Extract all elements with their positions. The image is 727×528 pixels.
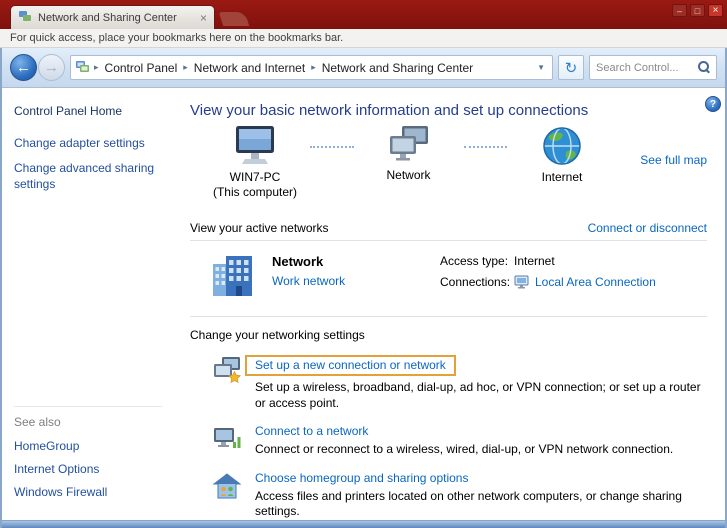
see-also-section: See also HomeGroup Internet Options Wind… xyxy=(14,406,162,508)
sidebar-change-adapter-settings[interactable]: Change adapter settings xyxy=(14,136,156,152)
breadcrumb-separator-icon: ▸ xyxy=(310,62,317,73)
active-networks-heading: View your active networks xyxy=(190,221,329,235)
map-internet-label: Internet xyxy=(507,170,617,185)
tab-favicon-icon xyxy=(18,9,32,26)
connections-label: Connections: xyxy=(440,275,514,289)
setup-new-connection-link[interactable]: Set up a new connection or network xyxy=(255,358,446,372)
explorer-window: ← → ▸ Control Panel ▸ Network and Intern… xyxy=(0,48,727,528)
browser-tab[interactable]: Network and Sharing Center × xyxy=(10,5,215,29)
map-node-internet[interactable]: Internet xyxy=(507,125,617,185)
tab-close-icon[interactable]: × xyxy=(200,12,207,24)
map-network-label: Network xyxy=(354,168,464,183)
connect-to-network-desc: Connect or reconnect to a wireless, wire… xyxy=(255,442,673,458)
search-icon[interactable] xyxy=(698,61,711,74)
map-computer-label: WIN7-PC xyxy=(200,170,310,185)
sidebar-internet-options[interactable]: Internet Options xyxy=(14,462,162,476)
network-icon xyxy=(387,125,431,165)
page-title: View your basic network information and … xyxy=(190,102,707,119)
network-places-icon xyxy=(75,60,90,76)
access-type-value: Internet xyxy=(514,254,555,268)
forward-button[interactable]: → xyxy=(38,54,65,81)
lan-connection-icon xyxy=(514,275,530,289)
window-frame-bottom xyxy=(2,520,725,528)
window-body: Control Panel Home Change adapter settin… xyxy=(2,88,725,520)
breadcrumb-separator-icon: ▸ xyxy=(93,62,100,73)
help-icon: ? xyxy=(710,99,716,110)
connect-or-disconnect-link[interactable]: Connect or disconnect xyxy=(588,221,707,235)
breadcrumb-control-panel[interactable]: Control Panel xyxy=(103,59,180,77)
sidebar-control-panel-home[interactable]: Control Panel Home xyxy=(14,104,164,118)
breadcrumb-network-sharing-center[interactable]: Network and Sharing Center xyxy=(320,59,475,77)
main-content: ? View your basic network information an… xyxy=(174,88,725,520)
bookmarks-bar: For quick access, place your bookmarks h… xyxy=(0,29,727,48)
local-area-connection-link[interactable]: Local Area Connection xyxy=(535,275,656,289)
homegroup-options-desc: Access files and printers located on oth… xyxy=(255,489,707,520)
tab-title: Network and Sharing Center xyxy=(38,12,194,24)
access-type-label: Access type: xyxy=(440,254,514,268)
window-controls: – □ × xyxy=(672,4,723,17)
breadcrumb-network-and-internet[interactable]: Network and Internet xyxy=(192,59,307,77)
active-network-card: Network Work network Access type: Intern… xyxy=(190,241,707,317)
connect-to-network-icon xyxy=(212,424,242,454)
annotation-highlight-box: Set up a new connection or network xyxy=(245,355,456,376)
work-network-building-icon xyxy=(210,252,258,303)
forward-arrow-icon: → xyxy=(44,59,59,76)
back-arrow-icon: ← xyxy=(16,59,31,76)
network-map: See full map WIN7-PC (This comput xyxy=(190,125,707,211)
browser-tab-strip: Network and Sharing Center × – □ × xyxy=(0,0,727,29)
window-minimize-button[interactable]: – xyxy=(672,4,687,17)
search-input[interactable] xyxy=(596,62,698,74)
map-computer-sublabel: (This computer) xyxy=(200,185,310,200)
help-button[interactable]: ? xyxy=(705,96,721,112)
see-full-map-link[interactable]: See full map xyxy=(640,153,707,167)
work-network-link[interactable]: Work network xyxy=(272,274,345,288)
homegroup-options-link[interactable]: Choose homegroup and sharing options xyxy=(255,471,468,485)
sidebar-homegroup[interactable]: HomeGroup xyxy=(14,439,162,453)
sidebar-windows-firewall[interactable]: Windows Firewall xyxy=(14,485,162,499)
bookmarks-hint-text: For quick access, place your bookmarks h… xyxy=(10,32,343,44)
refresh-button[interactable]: ↻ xyxy=(558,55,584,80)
networking-settings-heading: Change your networking settings xyxy=(190,328,707,342)
navigation-bar: ← → ▸ Control Panel ▸ Network and Intern… xyxy=(2,48,725,88)
internet-globe-icon xyxy=(541,125,583,167)
back-button[interactable]: ← xyxy=(10,54,37,81)
see-also-label: See also xyxy=(14,415,162,429)
setting-item-homegroup-options: Choose homegroup and sharing options Acc… xyxy=(212,471,707,520)
homegroup-icon xyxy=(212,471,242,501)
new-tab-button[interactable] xyxy=(219,12,250,26)
sidebar: Control Panel Home Change adapter settin… xyxy=(2,88,174,520)
active-network-details: Access type: Internet Connections: Local… xyxy=(440,252,656,296)
computer-icon xyxy=(232,125,278,167)
setup-new-connection-desc: Set up a wireless, broadband, dial-up, a… xyxy=(255,380,707,411)
map-node-network[interactable]: Network xyxy=(354,125,464,183)
setting-item-setup-new-connection: Set up a new connection or network Set u… xyxy=(212,355,707,411)
map-connector-dotted-line xyxy=(464,146,508,148)
window-close-button[interactable]: × xyxy=(708,4,723,17)
screenshot-root: Network and Sharing Center × – □ × For q… xyxy=(0,0,727,528)
connect-to-network-link[interactable]: Connect to a network xyxy=(255,424,368,438)
setup-new-connection-icon xyxy=(212,355,242,385)
active-network-info: Network Work network xyxy=(272,252,440,288)
window-maximize-button[interactable]: □ xyxy=(690,4,705,17)
address-bar[interactable]: ▸ Control Panel ▸ Network and Internet ▸… xyxy=(70,55,553,80)
map-node-computer[interactable]: WIN7-PC (This computer) xyxy=(200,125,310,200)
active-network-name: Network xyxy=(272,254,440,269)
search-box xyxy=(589,55,717,80)
setting-item-connect-to-network: Connect to a network Connect or reconnec… xyxy=(212,424,707,458)
refresh-icon: ↻ xyxy=(565,59,578,77)
map-connector-dotted-line xyxy=(310,146,354,148)
address-history-dropdown-icon[interactable]: ▼ xyxy=(534,63,548,72)
sidebar-change-advanced-sharing-settings[interactable]: Change advanced sharing settings xyxy=(14,161,156,193)
breadcrumb-separator-icon: ▸ xyxy=(182,62,189,73)
active-networks-header: View your active networks Connect or dis… xyxy=(190,221,707,241)
